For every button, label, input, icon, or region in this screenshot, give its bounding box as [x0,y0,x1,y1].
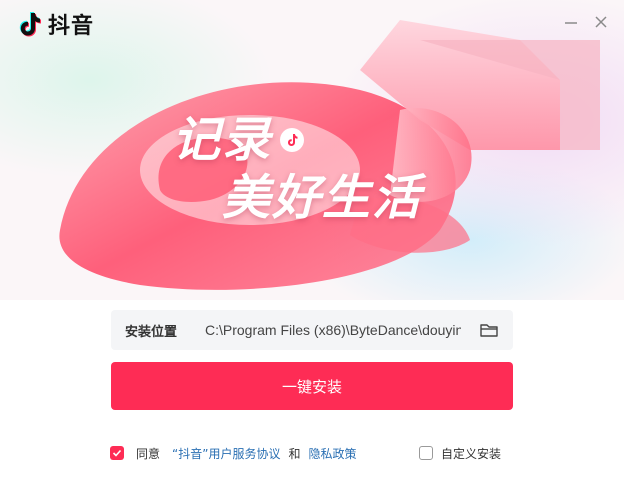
agreement-row: 同意 “抖音”用户服务协议 和 隐私政策 [110,444,356,462]
install-path-field[interactable]: 安装位置 C:\Program Files (x86)\ByteDance\do… [111,310,513,350]
privacy-link[interactable]: 隐私政策 [308,445,356,462]
agreement-conjunction: 和 [288,446,301,461]
close-icon [595,16,607,28]
close-button[interactable] [591,12,611,32]
custom-install-checkbox[interactable] [419,446,433,460]
terms-link[interactable]: “抖音”用户服务协议 [172,445,280,462]
app-name: 抖音 [48,14,95,39]
install-path-value[interactable]: C:\Program Files (x86)\ByteDance\douyin [205,322,461,338]
hero-banner [0,0,624,300]
install-button[interactable]: 一键安装 [111,362,513,410]
folder-icon [480,324,498,337]
music-note-icon [280,128,304,152]
slogan-line2: 美好生活 [222,170,423,226]
custom-install-label[interactable]: 自定义安装 [441,445,501,462]
douyin-logo-icon [19,12,41,37]
minimize-button[interactable] [561,12,581,32]
agreement-checkbox[interactable] [110,446,124,460]
app-logo: 抖音 [16,8,94,40]
checkmark-icon [112,449,122,457]
hero-artwork [59,20,600,290]
custom-install-row[interactable]: 自定义安装 [419,444,501,462]
install-path-label: 安装位置 [125,324,178,340]
agreement-prefix: 同意 [136,446,161,461]
browse-folder-button[interactable] [479,320,499,340]
minimize-icon [565,22,577,24]
